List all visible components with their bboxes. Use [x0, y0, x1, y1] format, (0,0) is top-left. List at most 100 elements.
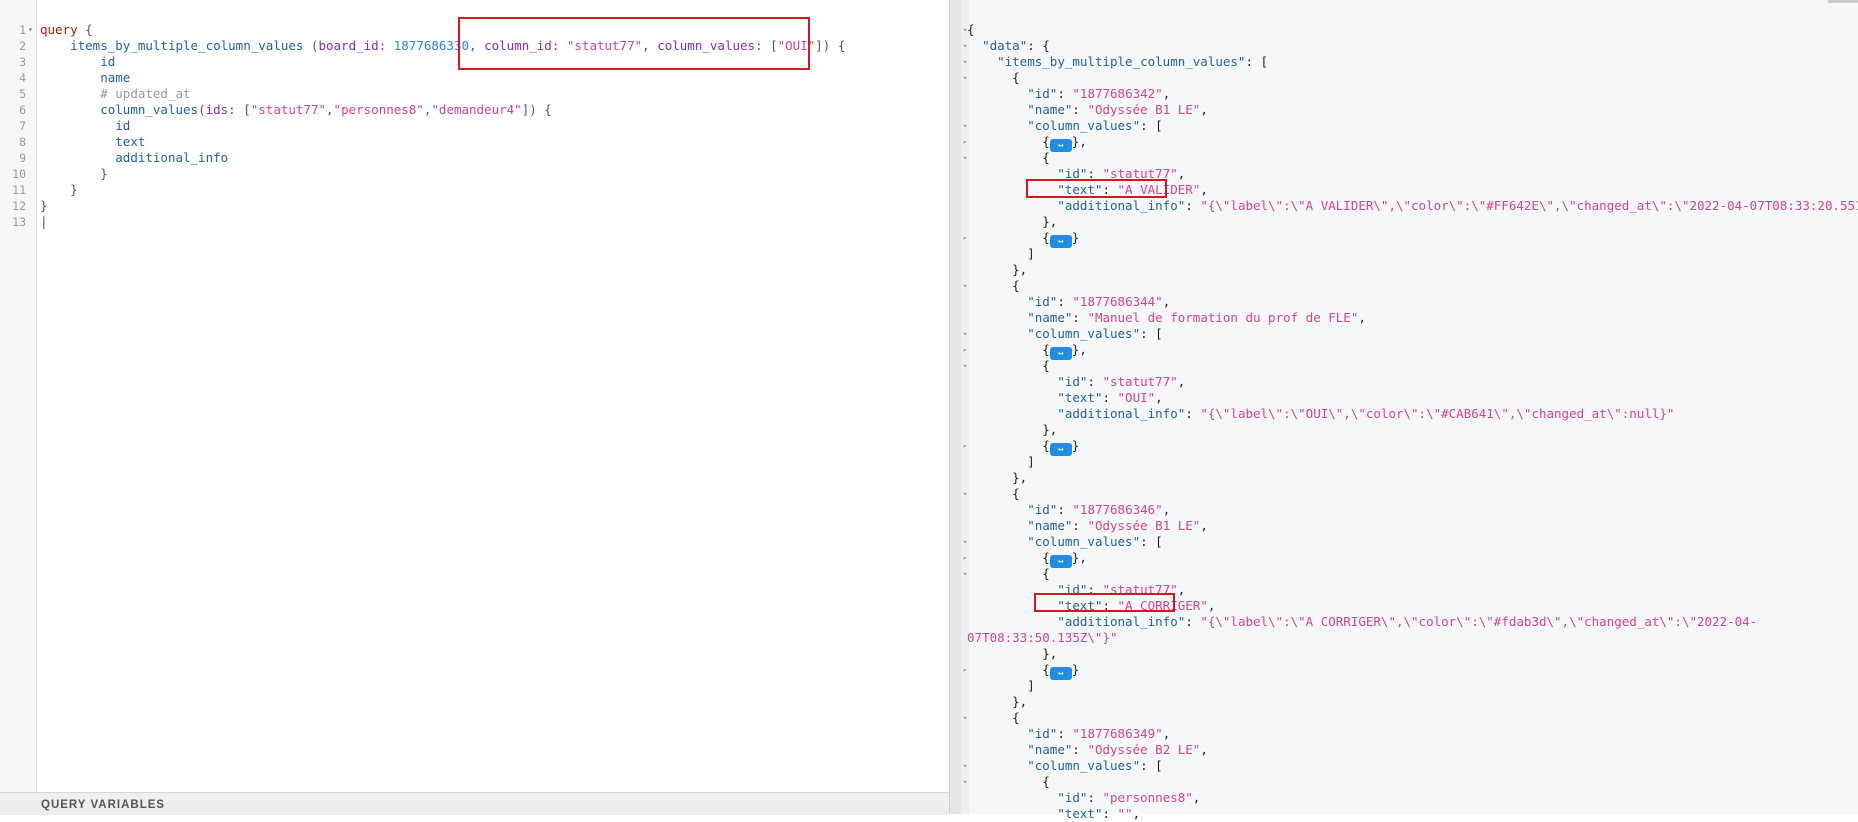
code-line[interactable]: 12} — [0, 198, 949, 214]
result-text: "column_values": [ — [967, 534, 1162, 550]
result-text: { — [967, 774, 1050, 790]
result-line: "name": "Odyssée B1 LE", — [961, 102, 1858, 118]
result-token: }, — [1071, 342, 1087, 357]
result-token: , — [1200, 102, 1208, 117]
result-token: }, — [967, 262, 1028, 277]
query-variables-bar[interactable]: QUERY VARIABLES — [0, 792, 949, 815]
result-line: }, — [961, 422, 1858, 438]
code-line[interactable]: 9 additional_info — [0, 150, 949, 166]
result-token: : — [1072, 102, 1088, 117]
code-text: # updated_at — [40, 86, 190, 102]
result-token: "{\"label\":\"OUI\",\"color\":\"#CAB641\… — [1200, 406, 1675, 421]
result-line: "text": "", — [961, 806, 1858, 822]
result-token: , — [1200, 742, 1208, 757]
result-token: : { — [1027, 38, 1050, 53]
result-line: "additional_info": "{\"label\":\"A VALID… — [961, 198, 1858, 214]
code-line[interactable]: 4 name — [0, 70, 949, 86]
result-line: "id": "personnes8", — [961, 790, 1858, 806]
result-token: : [ — [1140, 758, 1163, 773]
code-token: : — [551, 38, 567, 53]
result-token: : — [1072, 310, 1088, 325]
query-variables-title[interactable]: QUERY VARIABLES — [41, 799, 165, 811]
result-token: "name" — [1027, 102, 1073, 117]
line-number: 5 — [19, 87, 26, 101]
result-token: "statut77" — [1102, 166, 1178, 181]
result-line: ▸ {↔}, — [961, 134, 1858, 152]
result-text: { — [967, 278, 1020, 294]
result-line: ] — [961, 454, 1858, 470]
result-token — [967, 598, 1057, 613]
result-text: "text": "A CORRIGER", — [967, 598, 1215, 614]
result-line: }, — [961, 262, 1858, 278]
code-line[interactable]: 7 id — [0, 118, 949, 134]
result-token: , — [1207, 598, 1216, 613]
fold-toggle-icon[interactable]: ▾ — [28, 22, 33, 38]
code-line[interactable]: 13 | — [0, 214, 949, 230]
line-number: 1 — [19, 23, 26, 37]
result-line: ▾ { — [961, 774, 1858, 790]
result-token: : — [1185, 406, 1201, 421]
code-text: id — [40, 54, 115, 70]
code-line[interactable]: 2 items_by_multiple_column_values (board… — [0, 38, 949, 54]
line-number: 9 — [19, 151, 26, 165]
result-token: : — [1057, 86, 1073, 101]
code-line[interactable]: 10 } — [0, 166, 949, 182]
result-text: "additional_info": "{\"label\":\"A VALID… — [967, 198, 1858, 214]
result-token: , — [1177, 374, 1186, 389]
query-editor[interactable]: 1 ▾ query {2 items_by_multiple_column_valu… — [0, 0, 949, 815]
code-token: "statut77" — [250, 102, 327, 117]
result-token: "Odyssée B1 LE" — [1087, 518, 1201, 533]
code-token: : [ — [755, 38, 778, 53]
result-line: ▸ {↔}, — [961, 342, 1858, 360]
code-token: ids — [205, 102, 229, 117]
scroll-indicator[interactable] — [1828, 0, 1858, 3]
result-text: "id": "personnes8", — [967, 790, 1200, 806]
result-text: "id": "1877686342", — [967, 86, 1170, 102]
code-text: } — [40, 182, 78, 198]
code-token: column_values — [100, 102, 199, 117]
result-token: { — [967, 278, 1020, 293]
code-line[interactable]: 11 } — [0, 182, 949, 198]
result-token: , — [1162, 502, 1171, 517]
code-token: , — [469, 38, 485, 53]
query-code[interactable]: 1 ▾ query {2 items_by_multiple_column_valu… — [0, 22, 949, 230]
result-token: "text" — [1057, 598, 1103, 613]
code-line[interactable]: 6 column_values(ids: ["statut77","person… — [0, 102, 949, 118]
code-line[interactable]: 5 # updated_at — [0, 86, 949, 102]
code-token: id — [115, 118, 131, 133]
result-token: }, — [967, 470, 1028, 485]
result-viewer[interactable]: ▾{▾ "data": {▾ "items_by_multiple_column… — [961, 0, 1858, 821]
result-token: { — [967, 342, 1050, 357]
result-token: "1877686344" — [1072, 294, 1163, 309]
result-line: ▸ {↔} — [961, 230, 1858, 248]
code-line[interactable]: 1 ▾ query { — [0, 22, 949, 38]
result-token: : — [1072, 518, 1088, 533]
line-number: 3 — [19, 55, 26, 69]
result-token — [967, 86, 1027, 101]
result-text: "additional_info": "{\"label\":\"OUI\",\… — [967, 406, 1674, 422]
result-token: 07T08:33:50.135Z\"}" — [967, 630, 1118, 645]
code-line[interactable]: 8 text — [0, 134, 949, 150]
result-text: { — [967, 22, 975, 38]
result-token: "{\"label\":\"A VALIDER\",\"color\":\"#F… — [1200, 198, 1858, 213]
result-line: ▾ "column_values": [ — [961, 326, 1858, 342]
result-token: , — [1358, 310, 1366, 325]
result-text: ] — [967, 678, 1035, 694]
result-token: "id" — [1057, 166, 1088, 181]
code-line[interactable]: 3 id — [0, 54, 949, 70]
result-token — [967, 294, 1027, 309]
result-line: ▾ "column_values": [ — [961, 758, 1858, 774]
code-token: | — [40, 214, 48, 229]
result-token: "id" — [1027, 502, 1058, 517]
result-text: }, — [967, 262, 1027, 278]
code-token: 1877686330 — [393, 38, 470, 53]
code-token: } — [40, 198, 48, 213]
result-text: { — [967, 70, 1020, 86]
result-line: "additional_info": "{\"label\":\"OUI\",\… — [961, 406, 1858, 422]
code-text: text — [40, 134, 145, 150]
code-token: ( — [303, 38, 319, 53]
result-line: ] — [961, 678, 1858, 694]
